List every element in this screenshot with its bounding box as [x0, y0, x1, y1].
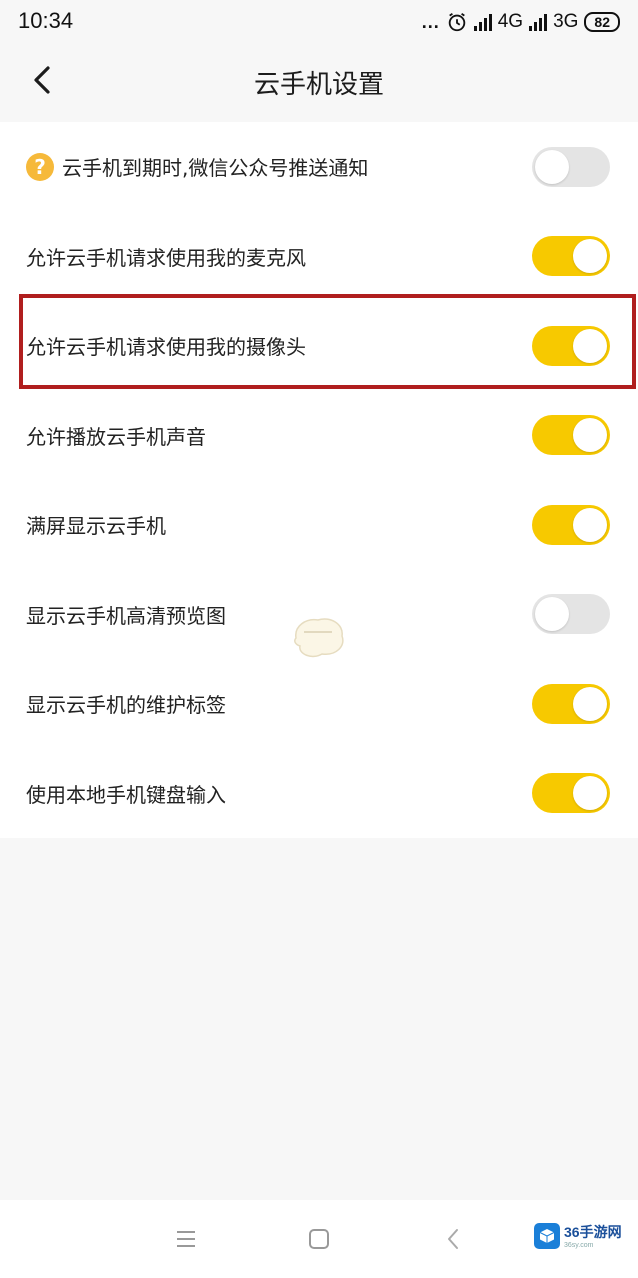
nav-header: 云手机设置 — [0, 44, 638, 122]
toggle-local-keyboard[interactable] — [532, 773, 610, 814]
signal-icon — [473, 13, 492, 31]
help-icon[interactable]: ? — [26, 152, 54, 181]
toggle-knob — [535, 149, 569, 184]
toggle-knob — [535, 597, 569, 632]
setting-row-wechat-notify: ? 云手机到期时,微信公众号推送通知 — [0, 122, 638, 212]
setting-row-maintenance-tag: 显示云手机的维护标签 — [0, 659, 638, 749]
setting-label: 允许播放云手机声音 — [26, 424, 206, 449]
toggle-knob — [573, 507, 607, 542]
cube-icon — [539, 1228, 555, 1243]
watermark-text: 36手游网 — [564, 1224, 622, 1240]
toggle-knob — [573, 328, 607, 363]
setting-label: 允许云手机请求使用我的麦克风 — [26, 245, 306, 270]
status-time: 10:34 — [18, 8, 74, 33]
network-label-2: 3G — [553, 11, 579, 32]
setting-row-camera: 允许云手机请求使用我的摄像头 — [0, 301, 638, 391]
alarm-clock-icon — [448, 12, 465, 32]
toggle-wechat-notify[interactable] — [532, 146, 610, 187]
network-label-1: 4G — [497, 11, 524, 32]
signal-icon-2 — [529, 13, 548, 31]
toggle-microphone[interactable] — [532, 236, 610, 277]
battery-icon: 82 — [584, 12, 620, 32]
triangle-back-icon — [448, 1229, 458, 1249]
toggle-camera[interactable] — [532, 325, 610, 366]
toggle-knob — [573, 776, 607, 811]
settings-list: ? 云手机到期时,微信公众号推送通知 允许云手机请求使用我的麦克风 允许云手机请… — [0, 122, 638, 838]
touch-cursor-icon — [294, 618, 344, 658]
setting-label: 显示云手机高清预览图 — [26, 603, 226, 628]
menu-button[interactable] — [171, 1224, 201, 1254]
toggle-knob — [573, 686, 607, 721]
setting-row-microphone: 允许云手机请求使用我的麦克风 — [0, 212, 638, 302]
setting-label: 允许云手机请求使用我的摄像头 — [26, 335, 306, 360]
watermark: 36手游网 36sy.com — [534, 1222, 622, 1249]
home-square-icon — [309, 1229, 329, 1249]
toggle-hd-preview[interactable] — [532, 594, 610, 635]
setting-row-fullscreen: 满屏显示云手机 — [0, 480, 638, 570]
more-dots: ... — [421, 11, 440, 32]
toggle-fullscreen[interactable] — [532, 504, 610, 545]
page-title: 云手机设置 — [253, 70, 384, 100]
toggle-sound[interactable] — [532, 415, 610, 456]
status-icons: ... 4G 3G 82 — [422, 8, 620, 36]
setting-row-sound: 允许播放云手机声音 — [0, 391, 638, 481]
setting-label: 云手机到期时,微信公众号推送通知 — [62, 156, 369, 181]
status-bar: 10:34 ... 4G 3G 82 — [0, 0, 638, 44]
toggle-knob — [573, 239, 607, 274]
setting-label: 使用本地手机键盘输入 — [26, 782, 226, 807]
watermark-sub: 36sy.com — [564, 1242, 594, 1249]
setting-label: 满屏显示云手机 — [26, 514, 166, 539]
nav-back-button[interactable] — [438, 1224, 468, 1254]
toggle-maintenance-tag[interactable] — [532, 683, 610, 724]
setting-label: 显示云手机的维护标签 — [26, 693, 226, 718]
menu-icon — [177, 1231, 195, 1247]
home-button[interactable] — [304, 1224, 334, 1254]
watermark-logo-icon — [534, 1222, 560, 1249]
setting-row-local-keyboard: 使用本地手机键盘输入 — [0, 749, 638, 839]
toggle-knob — [573, 418, 607, 453]
